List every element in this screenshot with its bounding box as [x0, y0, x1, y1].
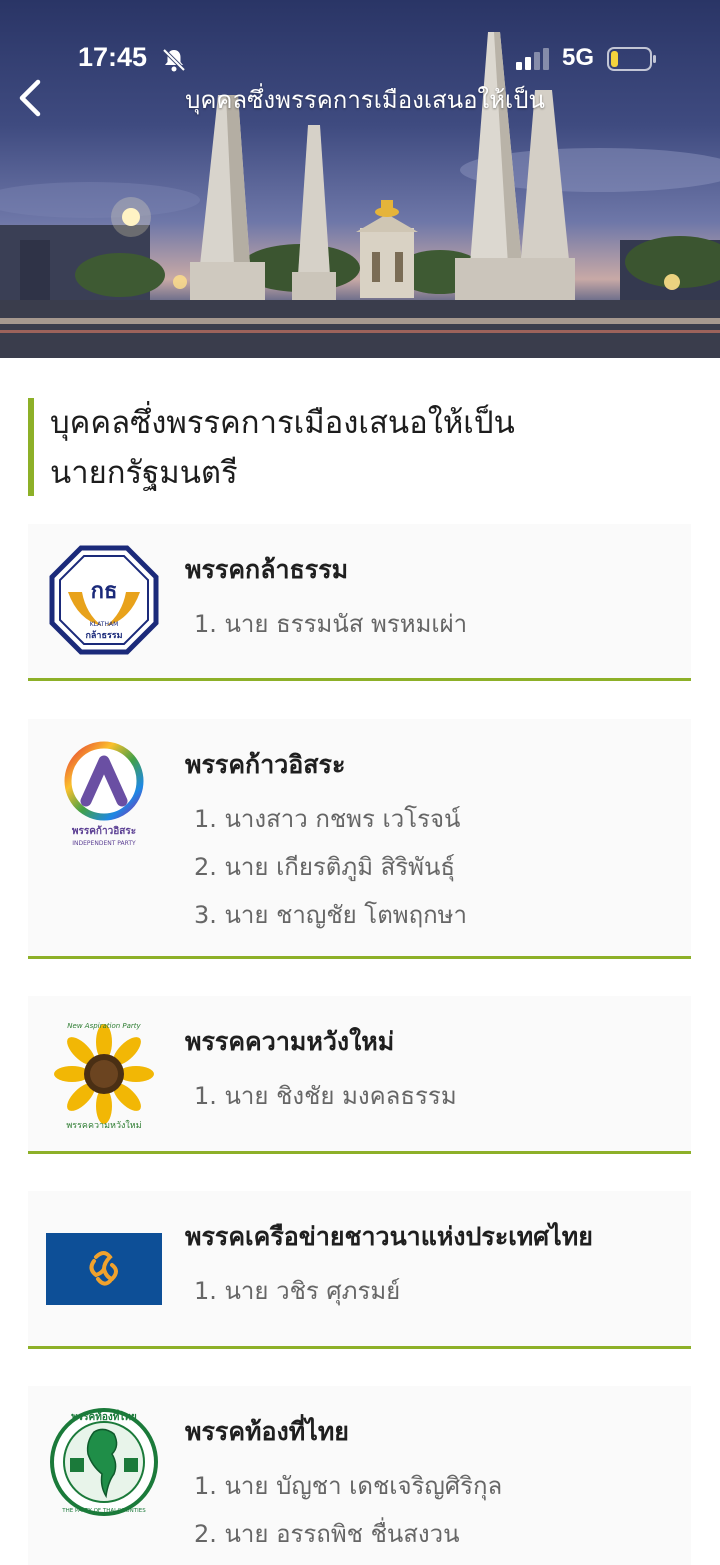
party-logo: พรรคก้าวอิสระ INDEPENDENT PARTY: [46, 737, 162, 853]
candidate-list: 1. นาย บัญชา เดชเจริญศิริกุล 2. นาย อรรถ…: [194, 1462, 502, 1558]
party-name: พรรคก้าวอิสระ: [185, 750, 346, 779]
network-type: 5G: [562, 44, 595, 71]
bell-off-icon: [162, 48, 186, 72]
thai-counties-logo-icon: พรรคท้องที่ไทย THE PARTY OF THAI COUNTIE…: [50, 1408, 158, 1516]
party-logo: [46, 1211, 162, 1327]
logo-text-klatham: KLATHAM: [90, 621, 119, 628]
section-title-line1: บุคคลซึ่งพรรคการเมืองเสนอให้เป็น: [50, 405, 515, 441]
candidate-item: 2. นาย เกียรติภูมิ สิริพันธุ์: [194, 853, 456, 881]
party-name: พรรคกล้าธรรม: [185, 555, 349, 584]
candidate-list: 1. นาย ชิงชัย มงคลธรรม: [194, 1072, 457, 1120]
candidate-item: 1. นาย วชิร ศุภรมย์: [194, 1277, 401, 1305]
candidate-list: 1. นางสาว กชพร เวโรจน์ 2. นาย เกียรติภูม…: [194, 795, 467, 939]
party-name: พรรคท้องที่ไทย: [185, 1417, 349, 1446]
farmers-network-logo-icon: [46, 1233, 162, 1305]
logo-text-en: THE PARTY OF THAI COUNTIES: [61, 1508, 146, 1514]
party-logo: พรรคท้องที่ไทย THE PARTY OF THAI COUNTIE…: [46, 1404, 162, 1520]
party-logo: กธ KLATHAM กล้าธรรม: [46, 542, 162, 658]
independent-party-logo-icon: พรรคก้าวอิสระ INDEPENDENT PARTY: [64, 741, 144, 847]
battery-icon: [607, 47, 656, 71]
candidate-item: 1. นาย บัญชา เดชเจริญศิริกุล: [194, 1472, 503, 1500]
candidate-item: 1. นาย ธรรมนัส พรหมเผ่า: [194, 610, 468, 638]
candidate-item: 2. นาย อรรถพิช ชื่นสงวน: [194, 1520, 460, 1548]
logo-text-thai: พรรคท้องที่ไทย: [71, 1409, 137, 1423]
header-banner: 17:45 5G บุคคลซึ่งพรรคการเมืองเสนอให้เป็…: [0, 0, 720, 358]
logo-text-thai: พรรคก้าวอิสระ: [72, 825, 136, 837]
party-card[interactable]: กธ KLATHAM กล้าธรรม พรรคกล้าธรรม 1. นาย …: [28, 524, 691, 681]
section-heading: บุคคลซึ่งพรรคการเมืองเสนอให้เป็น นายกรัฐ…: [28, 398, 688, 496]
party-card[interactable]: พรรคท้องที่ไทย THE PARTY OF THAI COUNTIE…: [28, 1386, 691, 1565]
signal-icon: [516, 48, 549, 70]
logo-text-en: New Aspiration Party: [67, 1022, 141, 1030]
logo-text-thai: กล้าธรรม: [85, 630, 122, 641]
candidate-item: 3. นาย ชาญชัย โตพฤกษา: [194, 901, 467, 929]
sunflower-logo-icon: New Aspiration Party พรรคความหวังใหม่: [54, 1022, 154, 1130]
logo-text-kt: กธ: [91, 579, 118, 604]
section-title-line2: นายกรัฐมนตรี: [50, 455, 238, 491]
party-card[interactable]: New Aspiration Party พรรคความหวังใหม่ พร…: [28, 996, 691, 1154]
party-name: พรรคเครือข่ายชาวนาแห่งประเทศไทย: [185, 1222, 593, 1251]
candidate-list: 1. นาย ธรรมนัส พรหมเผ่า: [194, 600, 467, 648]
party-card[interactable]: พรรคก้าวอิสระ INDEPENDENT PARTY พรรคก้าว…: [28, 719, 691, 959]
party-logo: New Aspiration Party พรรคความหวังใหม่: [46, 1016, 162, 1132]
page-title: บุคคลซึ่งพรรคการเมืองเสนอให้เป็น: [185, 86, 545, 114]
candidate-list: 1. นาย วชิร ศุภรมย์: [194, 1267, 400, 1315]
candidate-item: 1. นางสาว กชพร เวโรจน์: [194, 805, 461, 833]
party-name: พรรคความหวังใหม่: [185, 1027, 395, 1056]
logo-text-en: INDEPENDENT PARTY: [72, 840, 136, 847]
klatham-logo-icon: กธ KLATHAM กล้าธรรม: [49, 545, 159, 655]
logo-text-thai: พรรคความหวังใหม่: [66, 1120, 141, 1130]
clock-time: 17:45: [78, 42, 148, 72]
candidate-item: 1. นาย ชิงชัย มงคลธรรม: [194, 1082, 457, 1110]
party-card[interactable]: พรรคเครือข่ายชาวนาแห่งประเทศไทย 1. นาย ว…: [28, 1191, 691, 1349]
